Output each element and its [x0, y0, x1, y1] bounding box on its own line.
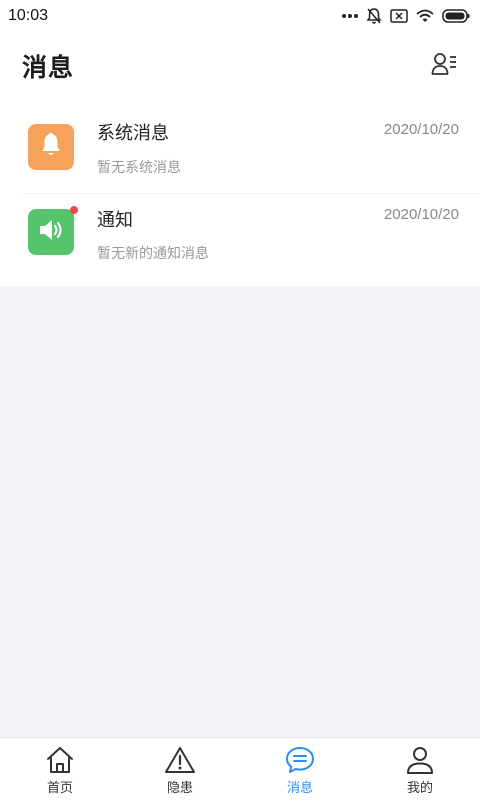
tab-label: 消息 [286, 781, 313, 796]
tab-label: 我的 [406, 781, 433, 796]
notification-icon-tile [28, 206, 78, 255]
message-icon [285, 746, 315, 774]
person-icon [405, 746, 435, 774]
system-message-icon-tile [28, 124, 74, 170]
bell-icon [39, 132, 63, 162]
message-title: 通知 [97, 210, 133, 231]
sim-off-icon [390, 9, 408, 23]
tab-messages[interactable]: 消息 [240, 738, 360, 800]
home-icon [45, 746, 75, 774]
message-item-notification[interactable]: 通知 2020/10/20 暂无新的通知消息 [0, 193, 480, 286]
status-icons [342, 7, 470, 25]
tab-hazard[interactable]: 隐患 [120, 738, 240, 800]
speaker-icon [37, 218, 65, 246]
status-bar: 10:03 [0, 0, 480, 32]
message-list: 系统消息 2020/10/20 暂无系统消息 通知 2020/10/20 暂无新… [0, 100, 480, 286]
more-dots-icon [342, 13, 358, 19]
bottom-tab-bar: 首页 隐患 消息 我的 [0, 737, 480, 800]
tab-mine[interactable]: 我的 [360, 738, 480, 800]
contacts-list-icon [431, 52, 457, 80]
status-time: 10:03 [8, 7, 49, 24]
tab-label: 隐患 [166, 781, 193, 796]
message-date: 2020/10/20 [383, 121, 459, 138]
wifi-icon [416, 9, 434, 23]
message-title: 系统消息 [97, 123, 169, 144]
message-description: 暂无系统消息 [97, 160, 181, 176]
page-title: 消息 [22, 53, 75, 82]
battery-icon [442, 9, 470, 23]
tab-home[interactable]: 首页 [0, 738, 120, 800]
warning-icon [164, 746, 196, 774]
message-item-system[interactable]: 系统消息 2020/10/20 暂无系统消息 [0, 100, 480, 193]
message-description: 暂无新的通知消息 [97, 246, 209, 262]
unread-dot [70, 206, 78, 214]
header: 消息 [0, 32, 480, 100]
message-date: 2020/10/20 [383, 206, 459, 223]
tab-label: 首页 [46, 781, 73, 796]
contacts-button[interactable] [428, 50, 460, 82]
mute-bell-icon [366, 7, 382, 25]
